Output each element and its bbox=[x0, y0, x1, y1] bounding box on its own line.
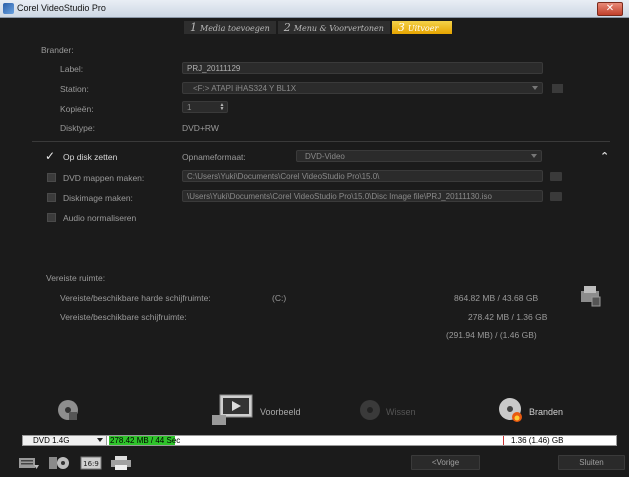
copies-caption: Kopieën: bbox=[60, 104, 94, 114]
svg-text:16:9: 16:9 bbox=[83, 460, 99, 468]
app-window: Corel VideoStudio Pro ✕ 1 Media toevoegen… bbox=[0, 0, 629, 477]
hd-drive: (C:) bbox=[272, 293, 287, 303]
capacity-limit-marker bbox=[503, 436, 504, 445]
copies-stepper[interactable]: 1 ▲ ▼ bbox=[182, 101, 228, 113]
erase-disc-icon[interactable] bbox=[358, 398, 382, 422]
tab-menu-preview[interactable]: 2 Menu & Voorvertonen bbox=[277, 21, 390, 34]
chevron-down-icon bbox=[97, 438, 103, 442]
normalize-audio-checkbox[interactable] bbox=[47, 213, 56, 222]
disc-space-caption: Vereiste/beschikbare schijfruimte: bbox=[60, 312, 187, 322]
window-title: Corel VideoStudio Pro bbox=[17, 3, 106, 13]
spinner-icon[interactable]: ▲ ▼ bbox=[219, 103, 225, 112]
collapse-icon[interactable]: ⌃ bbox=[600, 150, 609, 163]
burn-to-disc-label: Op disk zetten bbox=[63, 152, 118, 162]
eject-icon[interactable] bbox=[552, 84, 563, 93]
printer-icon[interactable] bbox=[110, 456, 132, 470]
erase-button[interactable]: Wissen bbox=[386, 407, 416, 417]
disc-settings-icon[interactable] bbox=[56, 398, 80, 422]
capacity-total-text: 1.36 (1.46) GB bbox=[511, 436, 564, 445]
disc-image-label: Diskimage maken: bbox=[63, 193, 133, 203]
disc-size-value: DVD 1.4G bbox=[33, 436, 70, 445]
dvd-folders-path-input[interactable]: C:\Users\Yuki\Documents\Corel VideoStudi… bbox=[182, 170, 543, 182]
chevron-down-icon bbox=[531, 154, 537, 158]
gear-settings-icon[interactable] bbox=[48, 456, 72, 470]
disc-space-value-2: (291.94 MB) / (1.46 GB) bbox=[446, 330, 537, 340]
capacity-used-text: 278.42 MB / 44 Sec bbox=[110, 436, 181, 445]
copies-value: 1 bbox=[187, 103, 192, 112]
dvd-folders-label: DVD mappen maken: bbox=[63, 173, 145, 183]
disc-image-checkbox[interactable] bbox=[47, 193, 56, 202]
folder-icon[interactable] bbox=[550, 172, 562, 181]
disc-space-value: 278.42 MB / 1.36 GB bbox=[468, 312, 548, 322]
record-format-caption: Opnameformaat: bbox=[182, 152, 246, 162]
record-format-value: DVD-Video bbox=[305, 152, 345, 161]
close-button[interactable]: ✕ bbox=[597, 2, 623, 16]
tab-media-add[interactable]: 1 Media toevoegen bbox=[184, 21, 276, 34]
disktype-value: DVD+RW bbox=[182, 123, 219, 133]
disc-size-select[interactable]: DVD 1.4G bbox=[23, 436, 107, 445]
record-format-dropdown[interactable]: DVD-Video bbox=[296, 150, 542, 162]
burn-button[interactable]: Branden bbox=[529, 407, 563, 417]
step-tabs: 1 Media toevoegen 2 Menu & Voorvertonen 3U… bbox=[184, 21, 454, 34]
normalize-audio-label: Audio normaliseren bbox=[63, 213, 137, 223]
preview-button[interactable]: Voorbeeld bbox=[260, 407, 301, 417]
print-lock-icon[interactable] bbox=[578, 283, 602, 307]
folder-icon[interactable] bbox=[550, 192, 562, 201]
station-caption: Station: bbox=[60, 84, 89, 94]
tab-output[interactable]: 3 Uitvoer bbox=[391, 21, 452, 34]
hd-space-caption: Vereiste/beschikbare harde schijfruimte: bbox=[60, 293, 211, 303]
title-bar: Corel VideoStudio Pro ✕ bbox=[0, 0, 629, 18]
previous-button[interactable]: <Vorige bbox=[411, 455, 480, 470]
label-caption: Label: bbox=[60, 64, 84, 74]
divider bbox=[32, 141, 610, 142]
station-dropdown[interactable]: <F:> ATAPI iHAS324 Y BL1X bbox=[182, 82, 543, 94]
disktype-caption: Disktype: bbox=[60, 123, 95, 133]
app-icon bbox=[3, 3, 14, 14]
hd-space-value: 864.82 MB / 43.68 GB bbox=[454, 293, 539, 303]
aspect-ratio-icon[interactable]: 16:9 bbox=[80, 456, 104, 470]
preview-icon[interactable] bbox=[212, 393, 256, 427]
disc-image-path-input[interactable]: \Users\Yuki\Documents\Corel VideoStudio … bbox=[182, 190, 543, 202]
list-settings-icon[interactable] bbox=[18, 456, 40, 470]
station-value: <F:> ATAPI iHAS324 Y BL1X bbox=[193, 84, 297, 93]
chevron-down-icon bbox=[532, 86, 538, 90]
close-dialog-button[interactable]: Sluiten bbox=[558, 455, 625, 470]
dvd-folders-checkbox[interactable] bbox=[47, 173, 56, 182]
burn-disc-icon[interactable] bbox=[497, 396, 525, 424]
burner-section-label: Brander: bbox=[41, 45, 74, 55]
burn-to-disc-checkbox[interactable]: ✓ bbox=[45, 150, 55, 162]
required-space-label: Vereiste ruimte: bbox=[46, 273, 106, 283]
disc-capacity-bar: DVD 1.4G 278.42 MB / 44 Sec 1.36 (1.46) … bbox=[22, 435, 617, 446]
label-input[interactable]: PRJ_20111129 bbox=[182, 62, 543, 74]
